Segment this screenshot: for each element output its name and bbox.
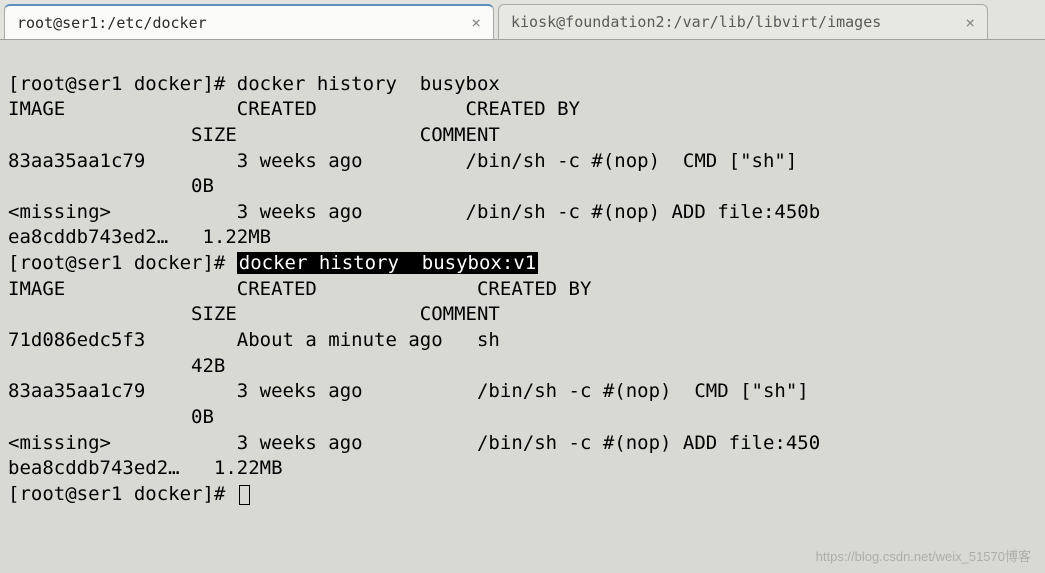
terminal-line: 71d086edc5f3 About a minute ago sh [8,329,500,351]
terminal-output[interactable]: [root@ser1 docker]# docker history busyb… [0,40,1045,514]
terminal-line: 0B [8,175,214,197]
tab-active-label: root@ser1:/etc/docker [17,14,207,32]
tab-active[interactable]: root@ser1:/etc/docker × [4,4,494,39]
terminal-line: <missing> 3 weeks ago /bin/sh -c #(nop) … [8,201,820,223]
terminal-line: SIZE COMMENT [8,124,500,146]
terminal-line: <missing> 3 weeks ago /bin/sh -c #(nop) … [8,432,820,454]
terminal-line: 83aa35aa1c79 3 weeks ago /bin/sh -c #(no… [8,380,809,402]
terminal-line: SIZE COMMENT [8,303,500,325]
terminal-line: [root@ser1 docker]# docker history busyb… [8,73,500,95]
terminal-line: 42B [8,355,225,377]
terminal-line: 0B [8,406,214,428]
terminal-line: 83aa35aa1c79 3 weeks ago /bin/sh -c #(no… [8,150,797,172]
terminal-prompt: [root@ser1 docker]# [8,252,237,274]
watermark-text: https://blog.csdn.net/weix_51570博客 [816,546,1031,565]
tab-inactive[interactable]: kiosk@foundation2:/var/lib/libvirt/image… [498,4,988,39]
close-icon[interactable]: × [471,13,481,32]
close-icon[interactable]: × [965,13,975,32]
cursor-icon [239,485,250,505]
terminal-line: bea8cddb743ed2… 1.22MB [8,457,283,479]
highlighted-command: docker history busybox:v1 [237,252,538,274]
tab-inactive-label: kiosk@foundation2:/var/lib/libvirt/image… [511,13,881,31]
terminal-line: IMAGE CREATED CREATED BY [8,98,580,120]
terminal-prompt: [root@ser1 docker]# [8,483,237,505]
terminal-line: ea8cddb743ed2… 1.22MB [8,226,271,248]
terminal-line: IMAGE CREATED CREATED BY [8,278,591,300]
tabs-bar: root@ser1:/etc/docker × kiosk@foundation… [0,0,1045,40]
